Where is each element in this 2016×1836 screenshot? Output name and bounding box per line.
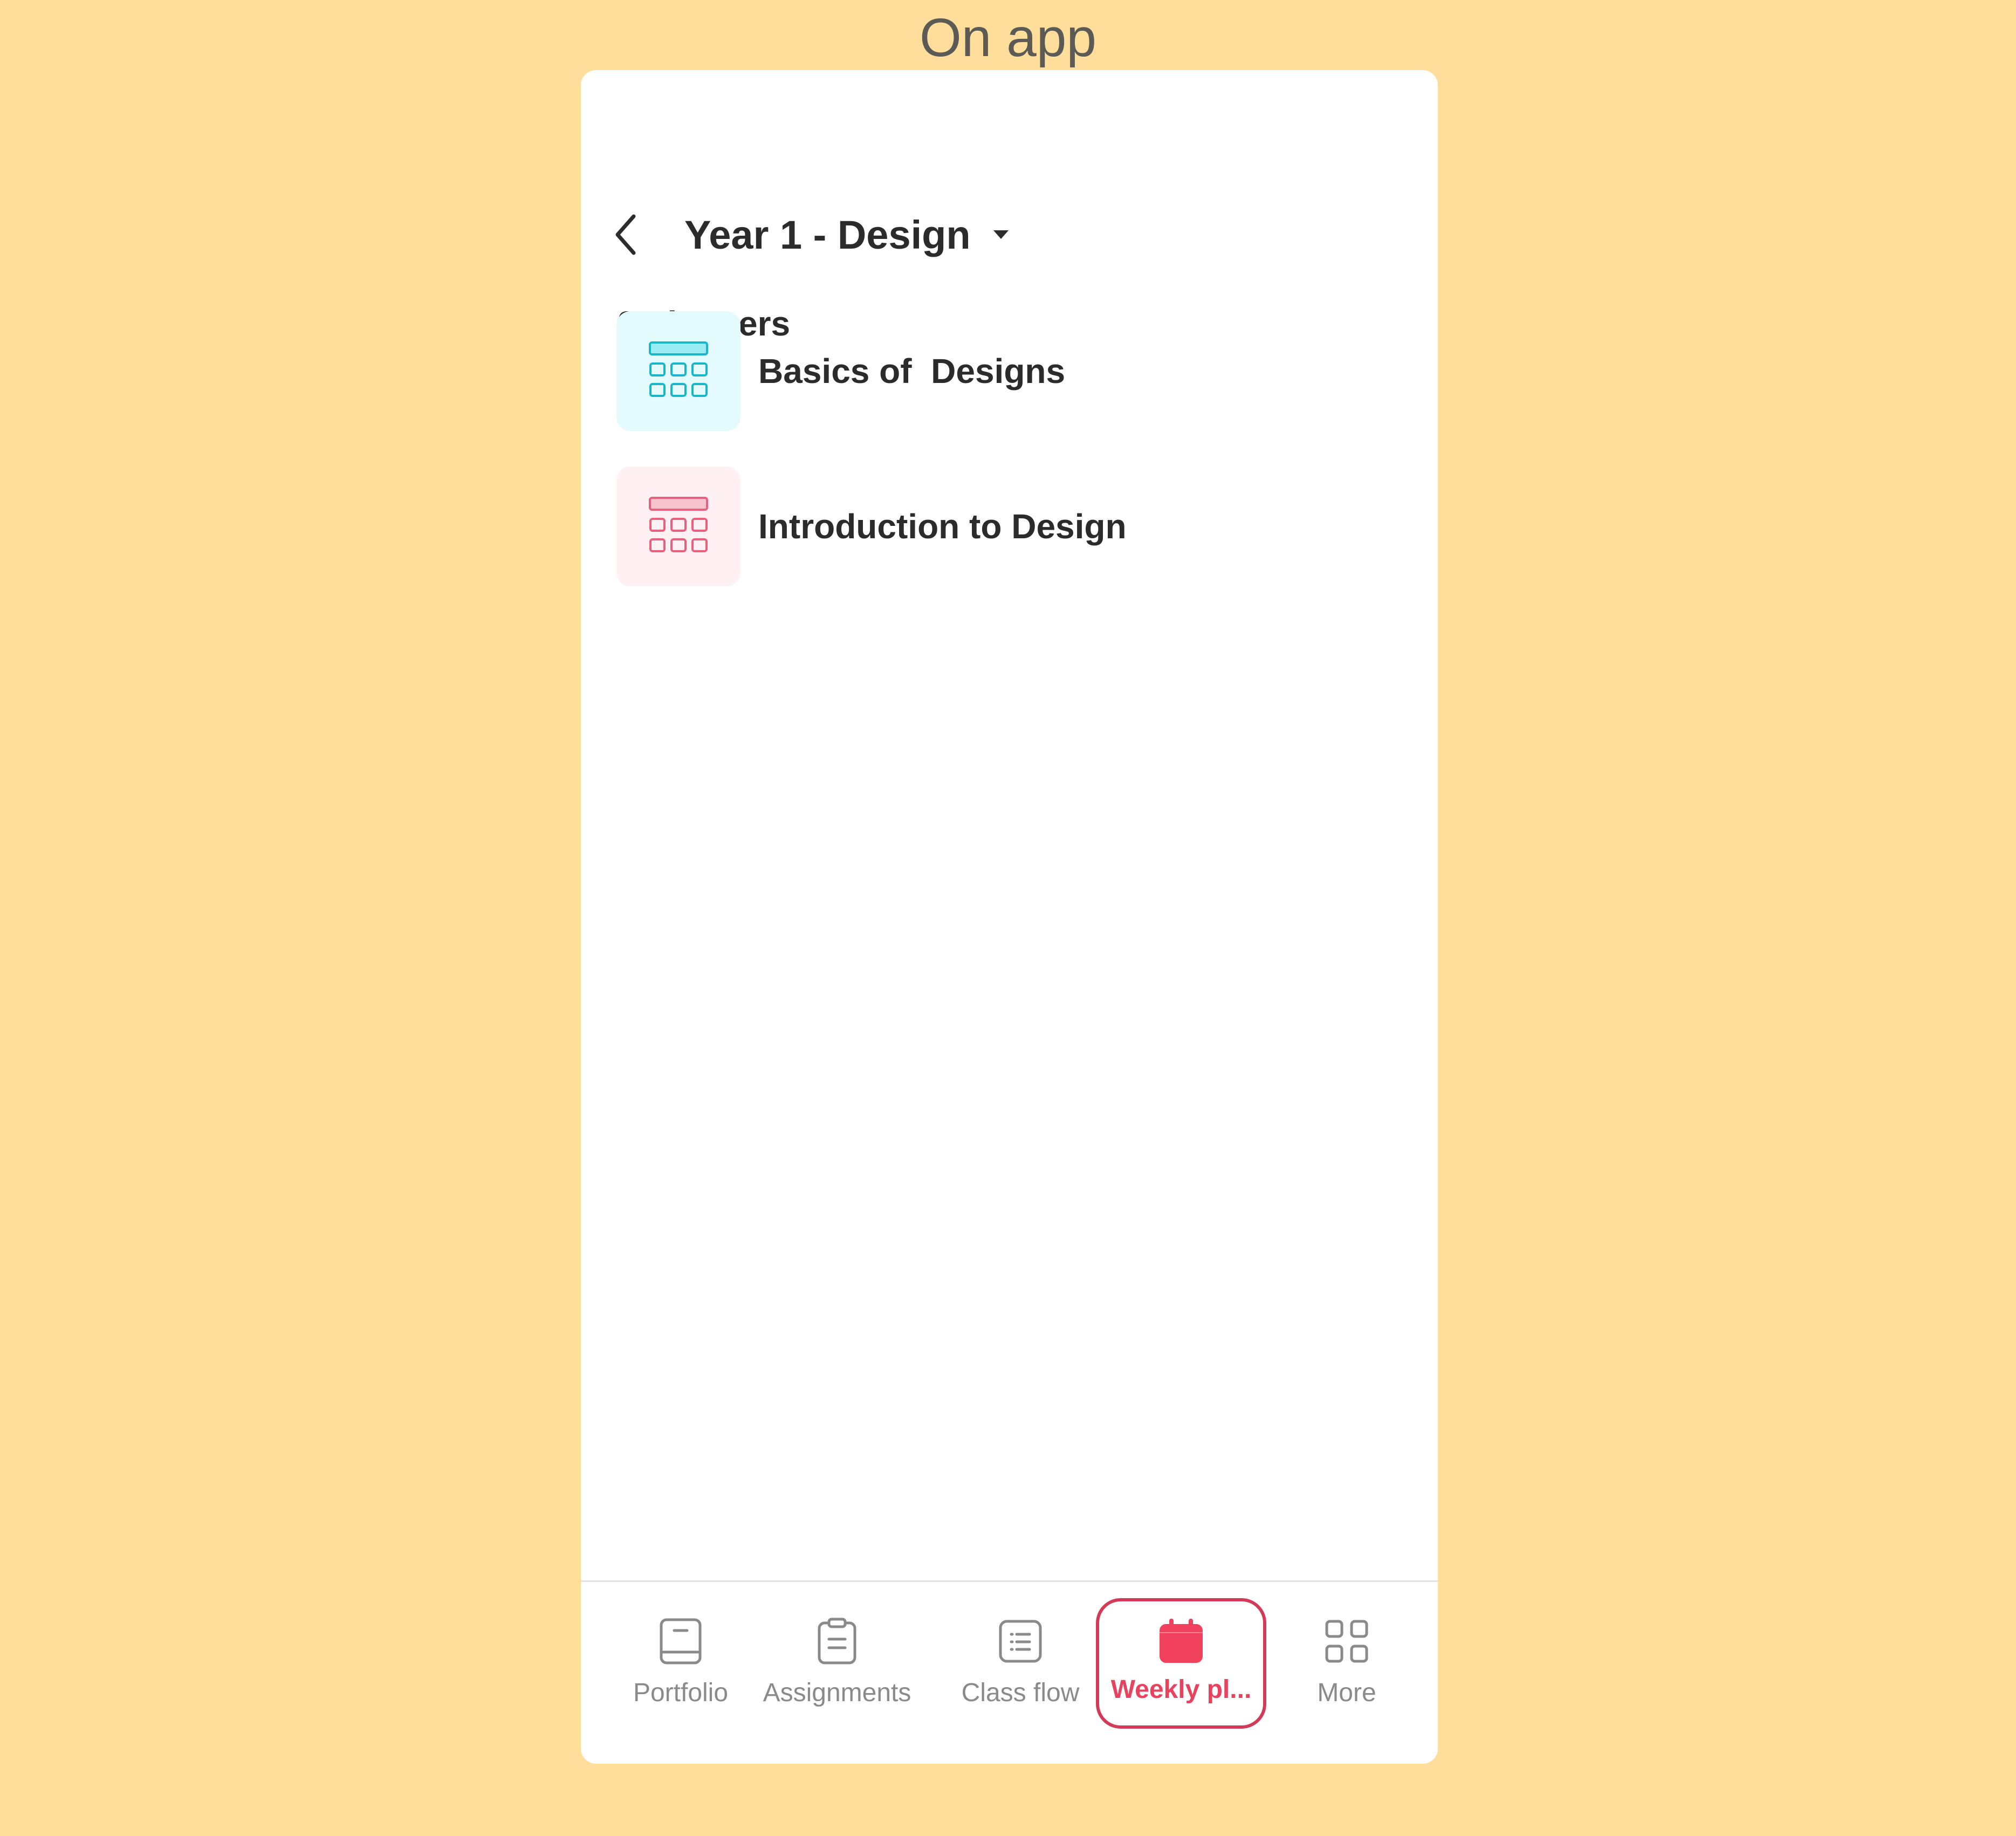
chevron-left-icon[interactable] <box>613 209 652 261</box>
tab-label: Class flow <box>961 1679 1080 1707</box>
header: Year 1 - Design <box>613 200 1013 270</box>
planner-label: Basics of Designs <box>758 352 1066 391</box>
calendar-icon <box>1155 1615 1207 1667</box>
planner-item-introduction-to-design[interactable]: Introduction to Design <box>616 467 1372 586</box>
tab-assignments[interactable]: Assignments <box>753 1582 921 1764</box>
planner-item-basics-of-designs[interactable]: Basics of Designs <box>616 311 1372 431</box>
tab-label: Portfolio <box>633 1679 729 1707</box>
clipboard-icon <box>811 1615 863 1667</box>
list-icon <box>995 1615 1046 1667</box>
planner-tile <box>616 311 740 431</box>
tab-label: Weekly pl... <box>1110 1675 1252 1704</box>
calendar-grid-icon <box>648 341 709 402</box>
tab-portfolio[interactable]: Portfolio <box>619 1582 743 1764</box>
portfolio-icon <box>655 1615 707 1667</box>
tab-label: Assignments <box>763 1679 911 1707</box>
app-screen: Year 1 - Design 2 planners <box>581 70 1438 1764</box>
tab-class-flow[interactable]: Class flow <box>940 1582 1101 1764</box>
bottom-tab-bar: Portfolio Assignments Class flow Weekly … <box>581 1582 1438 1764</box>
planner-label: Introduction to Design <box>758 507 1127 546</box>
tab-weekly-planner[interactable]: Weekly pl... <box>1096 1598 1266 1729</box>
grid-icon <box>1321 1615 1373 1667</box>
page-caption: On app <box>919 8 1097 68</box>
planner-tile <box>616 467 740 586</box>
tab-more[interactable]: More <box>1293 1582 1401 1764</box>
calendar-grid-icon <box>648 496 709 557</box>
page-title[interactable]: Year 1 - Design <box>684 212 971 258</box>
caret-down-icon[interactable] <box>991 224 1013 245</box>
tab-label: More <box>1317 1679 1376 1707</box>
